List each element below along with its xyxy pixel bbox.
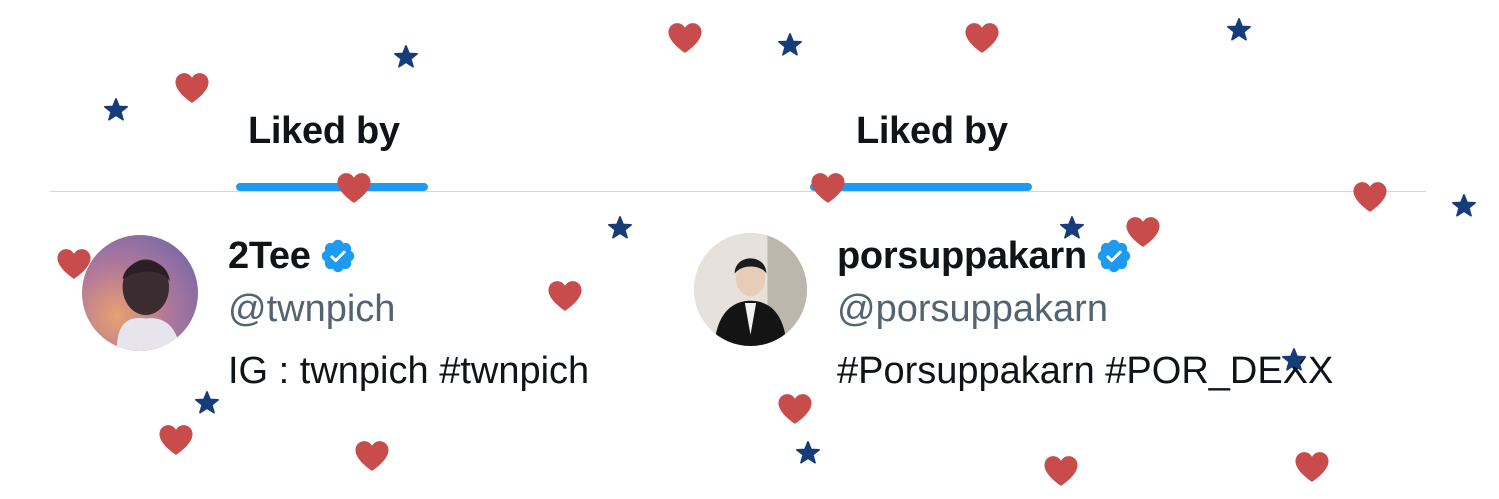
verified-badge-icon [1095,237,1133,275]
avatar[interactable] [694,233,807,346]
user-info: 2Tee @twnpich IG : twnpich #twnpich [228,232,589,394]
tab-liked-by[interactable]: Liked by [248,110,400,153]
user-handle[interactable]: @porsuppakarn [837,286,1333,332]
user-handle[interactable]: @twnpich [228,286,589,332]
tab-divider [662,191,1426,192]
display-name[interactable]: porsuppakarn [837,235,1087,278]
tab-active-indicator [810,183,1032,191]
user-bio: IG : twnpich #twnpich [228,350,590,392]
liked-by-panel-left: Liked by 2Tee @twnpich IG: twnpich #twn… [50,0,662,499]
tab-active-indicator [236,183,428,191]
user-info: porsuppakarn @porsuppakarn #Porsuppakarn… [837,232,1333,394]
star-icon [1450,192,1478,220]
tab-liked-by[interactable]: Liked by [856,110,1008,153]
liked-by-panel-right: Liked by porsuppakarn @porsuppakarn #Por… [662,0,1426,499]
avatar-image [694,233,807,346]
display-name-row: porsuppakarn [837,232,1333,280]
tab-divider [50,191,662,192]
user-bio: #Porsuppakarn #POR_DEXX [837,350,1334,392]
display-name-row: 2Tee [228,232,589,280]
verified-badge-icon [319,237,357,275]
display-name[interactable]: 2Tee [228,235,311,278]
avatar[interactable] [82,235,198,351]
avatar-image [82,235,198,351]
